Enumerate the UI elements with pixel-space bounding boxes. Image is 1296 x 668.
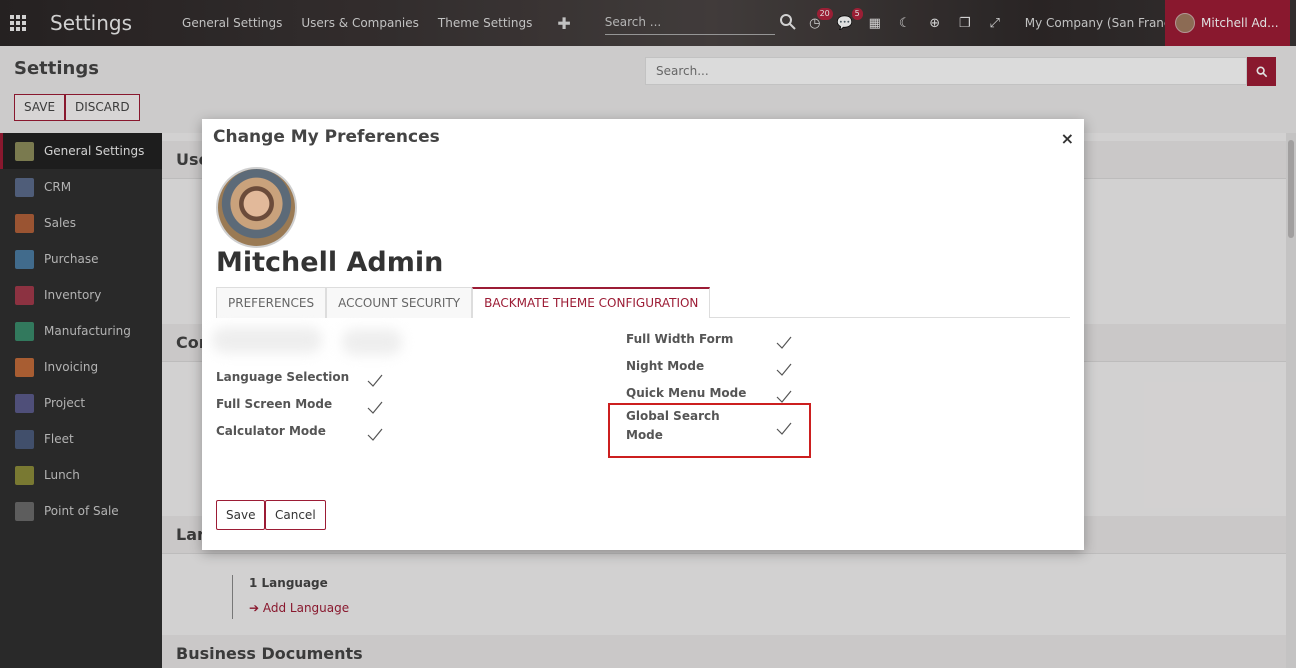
check-icon[interactable] [367,428,383,442]
tab-backmate-theme-configuration[interactable]: BACKMATE THEME CONFIGURATION [472,287,711,318]
blurred-region [212,327,322,353]
night-mode-label: Night Mode [626,359,705,373]
language-selection-label: Language Selection [216,370,350,384]
quick-menu-mode-label: Quick Menu Mode [626,386,747,400]
check-icon[interactable] [776,336,792,350]
check-icon[interactable] [776,363,792,377]
full-width-form-label: Full Width Form [626,332,734,346]
dialog-title: Change My Preferences [213,127,440,147]
full-screen-mode-label: Full Screen Mode [216,397,333,411]
profile-photo[interactable] [216,167,297,248]
cancel-button[interactable]: Cancel [265,500,326,530]
check-icon[interactable] [367,401,383,415]
check-icon[interactable] [776,422,792,436]
tab-preferences[interactable]: PREFERENCES [216,287,327,318]
save-button[interactable]: Save [216,500,266,530]
global-search-mode-label-line1: Global Search [626,409,720,423]
preferences-dialog: Change My Preferences × Mitchell Admin P… [202,119,1084,550]
global-search-mode-label-line2: Mode [626,428,663,442]
blurred-region [342,329,402,355]
check-icon[interactable] [367,374,383,388]
close-icon[interactable]: × [1061,129,1074,148]
tab-account-security[interactable]: ACCOUNT SECURITY [326,287,473,318]
check-icon[interactable] [776,390,792,404]
user-full-name: Mitchell Admin [216,247,444,278]
preferences-tabs: PREFERENCES ACCOUNT SECURITY BACKMATE TH… [216,287,1070,318]
calculator-mode-label: Calculator Mode [216,424,326,438]
